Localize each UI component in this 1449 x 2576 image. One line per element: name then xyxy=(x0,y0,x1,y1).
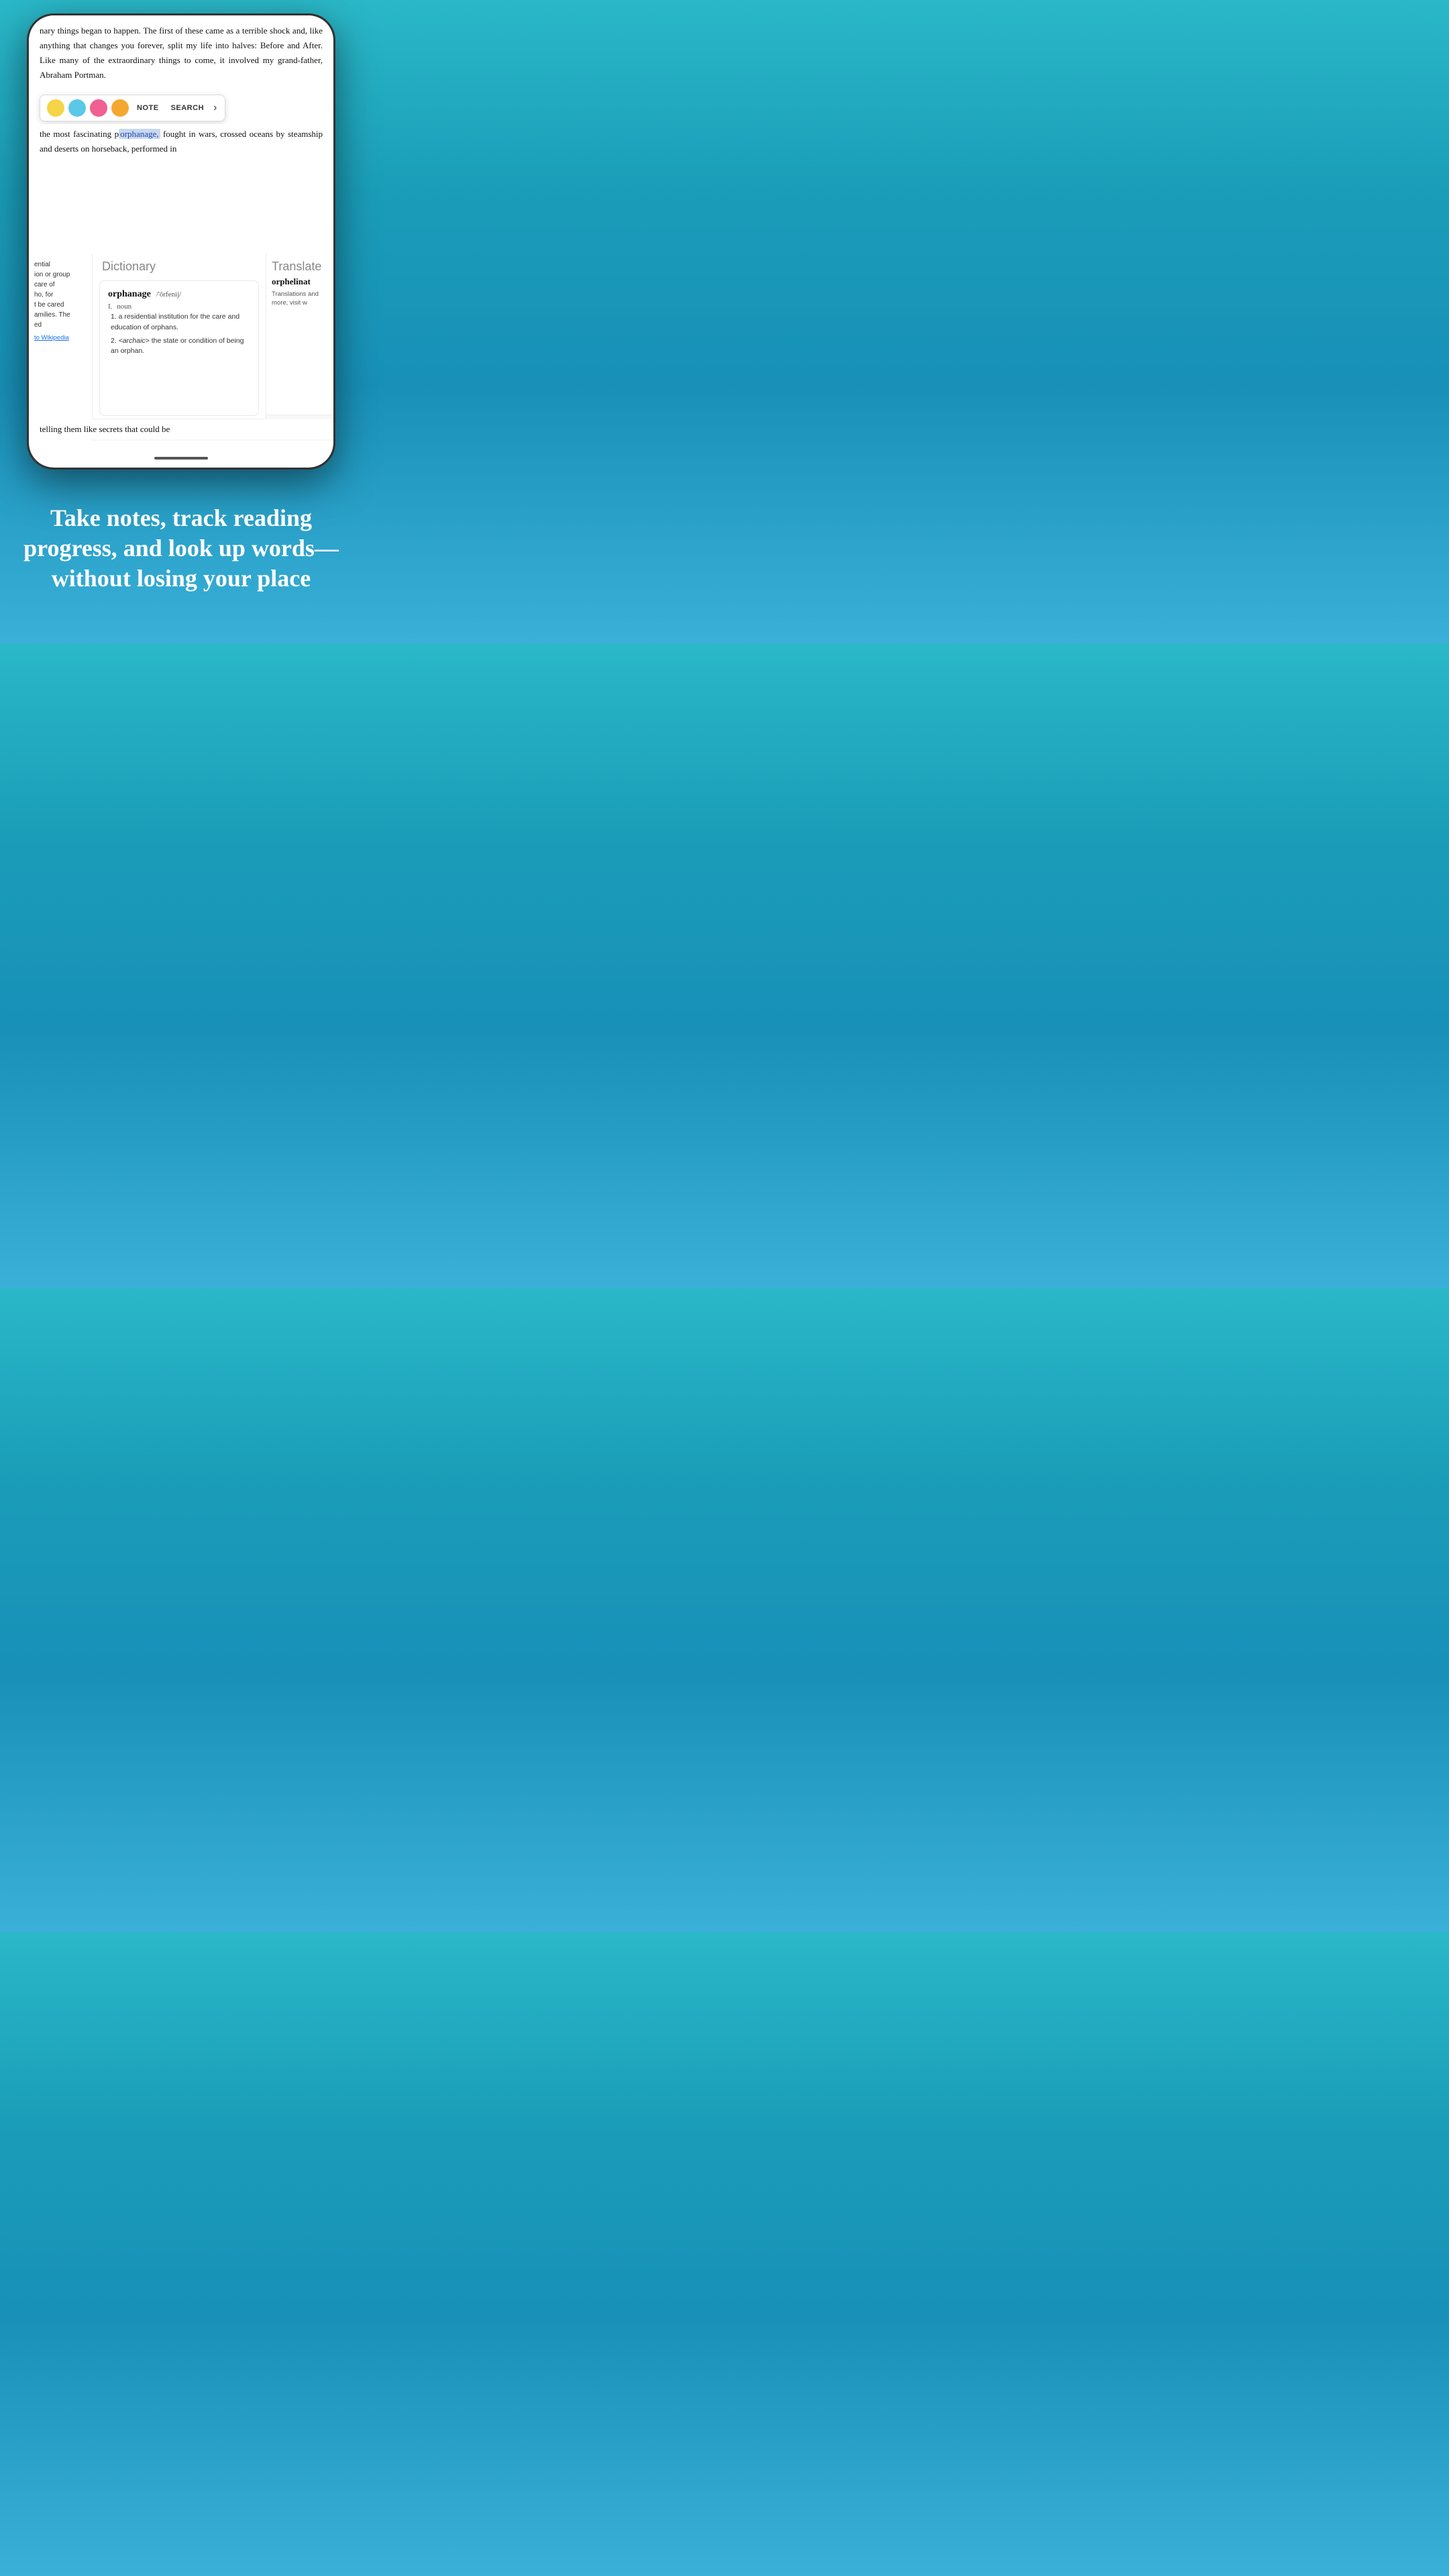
dict-pos: I. noun xyxy=(108,303,250,311)
book-text-top: nary things began to happen. The first o… xyxy=(29,15,333,92)
marketing-section: Take notes, track reading progress, and … xyxy=(0,470,362,634)
color-yellow[interactable] xyxy=(47,99,64,117)
color-orange[interactable] xyxy=(111,99,129,117)
dict-phonetic: /'ôrfenij/ xyxy=(156,290,181,299)
wikipedia-link[interactable]: to Wikipedia xyxy=(34,334,87,341)
dict-def-2: 2. <archaic> the state or condition of b… xyxy=(111,336,250,358)
dict-definitions: 1. a residential institution for the car… xyxy=(108,312,250,357)
highlighted-word: orphanage, xyxy=(119,129,160,139)
phone-frame: nary things began to happen. The first o… xyxy=(27,13,335,470)
left-panel: ential ion or group care of ho, for t be… xyxy=(29,253,93,441)
note-button[interactable]: NOTE xyxy=(133,103,163,113)
dict-def-1: 1. a residential institution for the car… xyxy=(111,312,250,333)
home-indicator xyxy=(154,457,208,460)
book-text-middle: the most fascinating porphanage, fought … xyxy=(29,124,333,159)
translate-text: Translations and more, visit w xyxy=(272,290,328,308)
translate-panel: Translate orphelinat Translations and mo… xyxy=(266,253,333,441)
left-panel-text: ential ion or group care of ho, for t be… xyxy=(34,260,87,330)
book-text-bottom: telling them like secrets that could be xyxy=(29,419,333,439)
translate-word: orphelinat xyxy=(272,276,328,287)
marketing-text: Take notes, track reading progress, and … xyxy=(20,503,342,594)
dictionary-header: Dictionary xyxy=(93,253,266,278)
search-button[interactable]: SEARCH xyxy=(167,103,208,113)
dictionary-panel: Dictionary orphanage /'ôrfenij/ I. noun … xyxy=(93,253,266,441)
bottom-panels: ential ion or group care of ho, for t be… xyxy=(29,253,333,441)
highlight-toolbar: NOTE SEARCH › xyxy=(40,95,225,121)
dictionary-entry: orphanage /'ôrfenij/ I. noun 1. a reside… xyxy=(99,280,259,416)
color-pink[interactable] xyxy=(90,99,107,117)
color-blue[interactable] xyxy=(68,99,86,117)
dict-word: orphanage xyxy=(108,289,151,299)
more-button[interactable]: › xyxy=(212,101,218,115)
phone-screen: nary things began to happen. The first o… xyxy=(29,15,333,468)
translate-header: Translate xyxy=(272,260,328,274)
phone-container: nary things began to happen. The first o… xyxy=(0,0,362,470)
